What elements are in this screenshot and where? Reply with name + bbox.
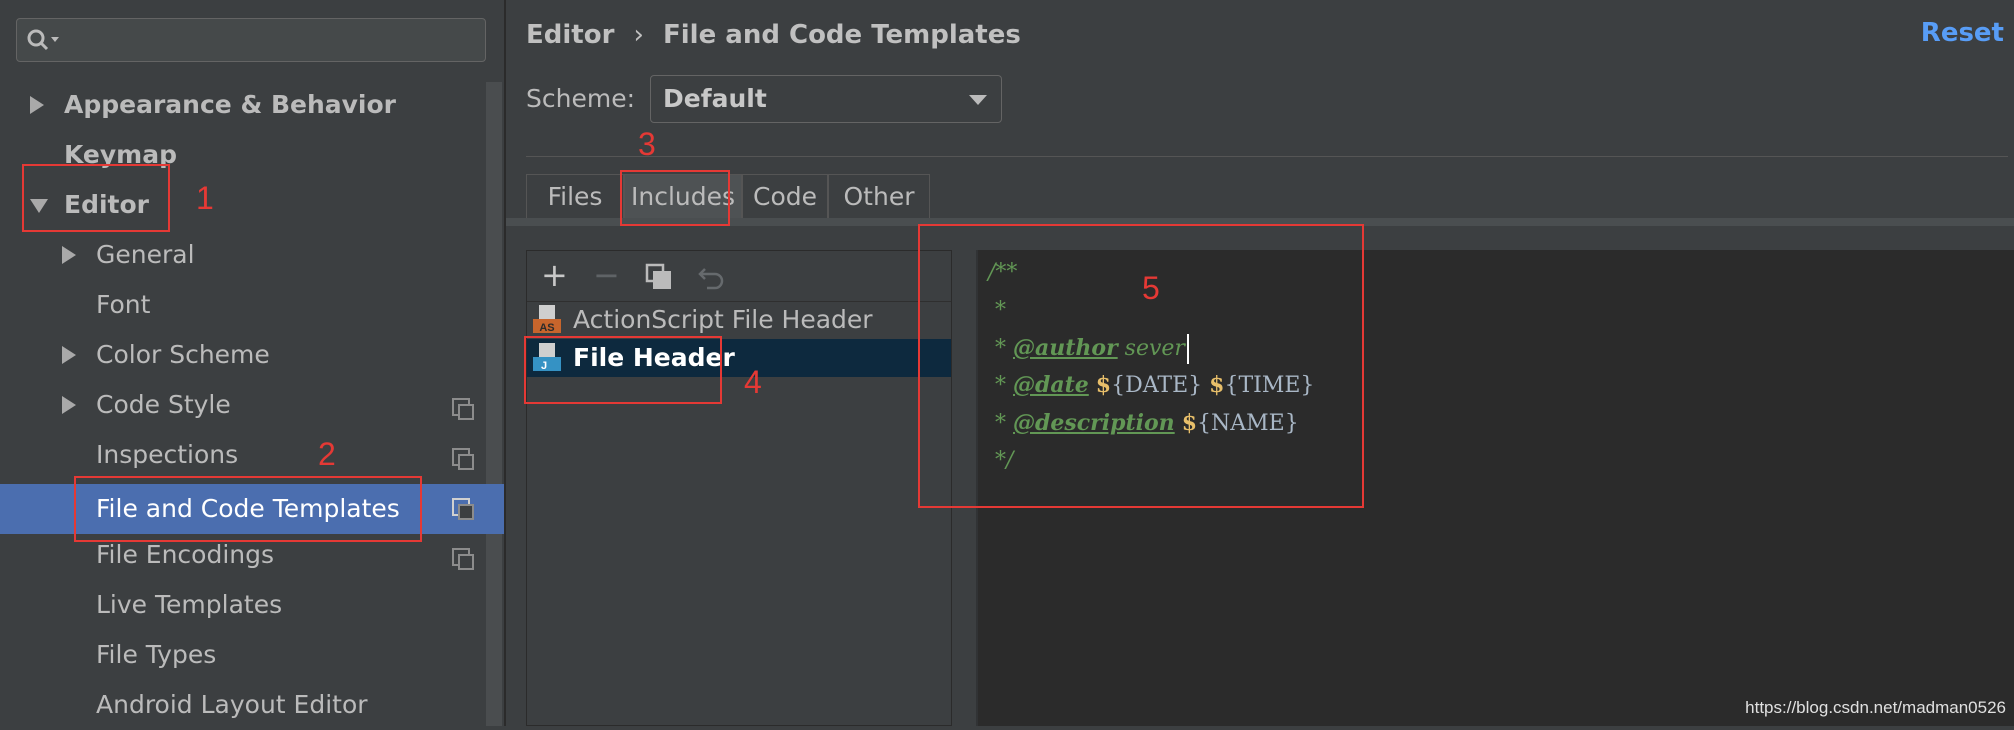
sidebar-item-appearance[interactable]: Appearance & Behavior bbox=[30, 80, 396, 130]
scheme-label: Scheme: bbox=[526, 84, 635, 113]
project-settings-icon bbox=[452, 448, 474, 470]
scheme-value: Default bbox=[663, 84, 767, 113]
breadcrumb-item-editor: Editor bbox=[526, 20, 615, 50]
sidebar-item-inspections[interactable]: Inspections bbox=[96, 430, 238, 480]
sidebar-item-label: File Encodings bbox=[96, 540, 275, 569]
sidebar-item-label: Font bbox=[96, 290, 151, 319]
list-item[interactable]: AS ActionScript File Header bbox=[527, 301, 951, 339]
sidebar-item-live-templates[interactable]: Live Templates bbox=[96, 580, 282, 630]
tab-other[interactable]: Other bbox=[828, 174, 930, 218]
annotation-label-1: 1 bbox=[196, 180, 214, 216]
revert-icon[interactable] bbox=[697, 263, 727, 291]
annotation-label-3: 3 bbox=[638, 126, 656, 162]
sidebar-item-label: Color Scheme bbox=[96, 340, 270, 369]
sidebar-item-label: Inspections bbox=[96, 440, 239, 469]
breadcrumb-item-page: File and Code Templates bbox=[663, 20, 1021, 50]
watermark-text: https://blog.csdn.net/madman0526 bbox=[1745, 698, 2006, 717]
annotation-box-2 bbox=[74, 476, 422, 542]
list-item-label: ActionScript File Header bbox=[573, 305, 873, 334]
tab-code[interactable]: Code bbox=[742, 174, 828, 218]
expand-arrow-icon[interactable] bbox=[62, 346, 76, 364]
annotation-box-5 bbox=[918, 224, 1364, 508]
chevron-down-icon bbox=[969, 95, 987, 105]
svg-text:AS: AS bbox=[539, 322, 554, 334]
annotation-box-1 bbox=[22, 164, 170, 232]
sidebar-scrollbar[interactable] bbox=[486, 82, 502, 726]
annotation-label-5: 5 bbox=[1142, 270, 1160, 306]
copy-icon[interactable] bbox=[645, 263, 673, 291]
annotation-label-2: 2 bbox=[318, 436, 336, 472]
annotation-box-3 bbox=[620, 170, 730, 226]
reset-link[interactable]: Reset bbox=[1921, 18, 2004, 48]
expand-arrow-icon[interactable] bbox=[62, 246, 76, 264]
settings-main-panel: Editor › File and Code Templates Reset S… bbox=[506, 0, 2014, 726]
add-icon[interactable]: + bbox=[541, 259, 568, 291]
list-toolbar: + − bbox=[527, 251, 951, 302]
expand-arrow-icon[interactable] bbox=[62, 396, 76, 414]
sidebar-item-code-style[interactable]: Code Style bbox=[62, 380, 231, 430]
remove-icon[interactable]: − bbox=[593, 259, 620, 291]
sidebar-item-label: Appearance & Behavior bbox=[64, 90, 396, 119]
sidebar-item-label: Live Templates bbox=[96, 590, 283, 619]
sidebar-item-file-types[interactable]: File Types bbox=[96, 630, 216, 680]
project-settings-icon bbox=[452, 498, 474, 520]
sidebar-item-font[interactable]: Font bbox=[96, 280, 150, 330]
divider bbox=[526, 156, 2008, 157]
breadcrumb: Editor › File and Code Templates bbox=[526, 20, 1021, 50]
annotation-box-4 bbox=[524, 336, 722, 404]
expand-arrow-icon[interactable] bbox=[30, 96, 44, 114]
annotation-label-4: 4 bbox=[744, 364, 762, 400]
sidebar-item-color-scheme[interactable]: Color Scheme bbox=[62, 330, 270, 380]
actionscript-file-icon: AS bbox=[533, 305, 561, 334]
sidebar-item-label: Code Style bbox=[96, 390, 231, 419]
settings-sidebar: Appearance & Behavior Keymap Editor Gene… bbox=[0, 0, 504, 726]
sidebar-item-label: File Types bbox=[96, 640, 217, 669]
search-input[interactable] bbox=[16, 18, 486, 62]
scheme-dropdown[interactable]: Default bbox=[650, 75, 1002, 123]
tab-files[interactable]: Files bbox=[526, 174, 624, 218]
sidebar-item-label: Android Layout Editor bbox=[96, 690, 368, 719]
template-list-panel: + − AS ActionScript File Header J File H… bbox=[526, 250, 952, 726]
sidebar-item-general[interactable]: General bbox=[62, 230, 195, 280]
sidebar-item-android-layout-editor[interactable]: Android Layout Editor bbox=[96, 680, 368, 730]
sidebar-item-label: General bbox=[96, 240, 195, 269]
search-icon bbox=[27, 29, 59, 51]
breadcrumb-separator: › bbox=[633, 20, 644, 50]
project-settings-icon bbox=[452, 398, 474, 420]
project-settings-icon bbox=[452, 548, 474, 570]
